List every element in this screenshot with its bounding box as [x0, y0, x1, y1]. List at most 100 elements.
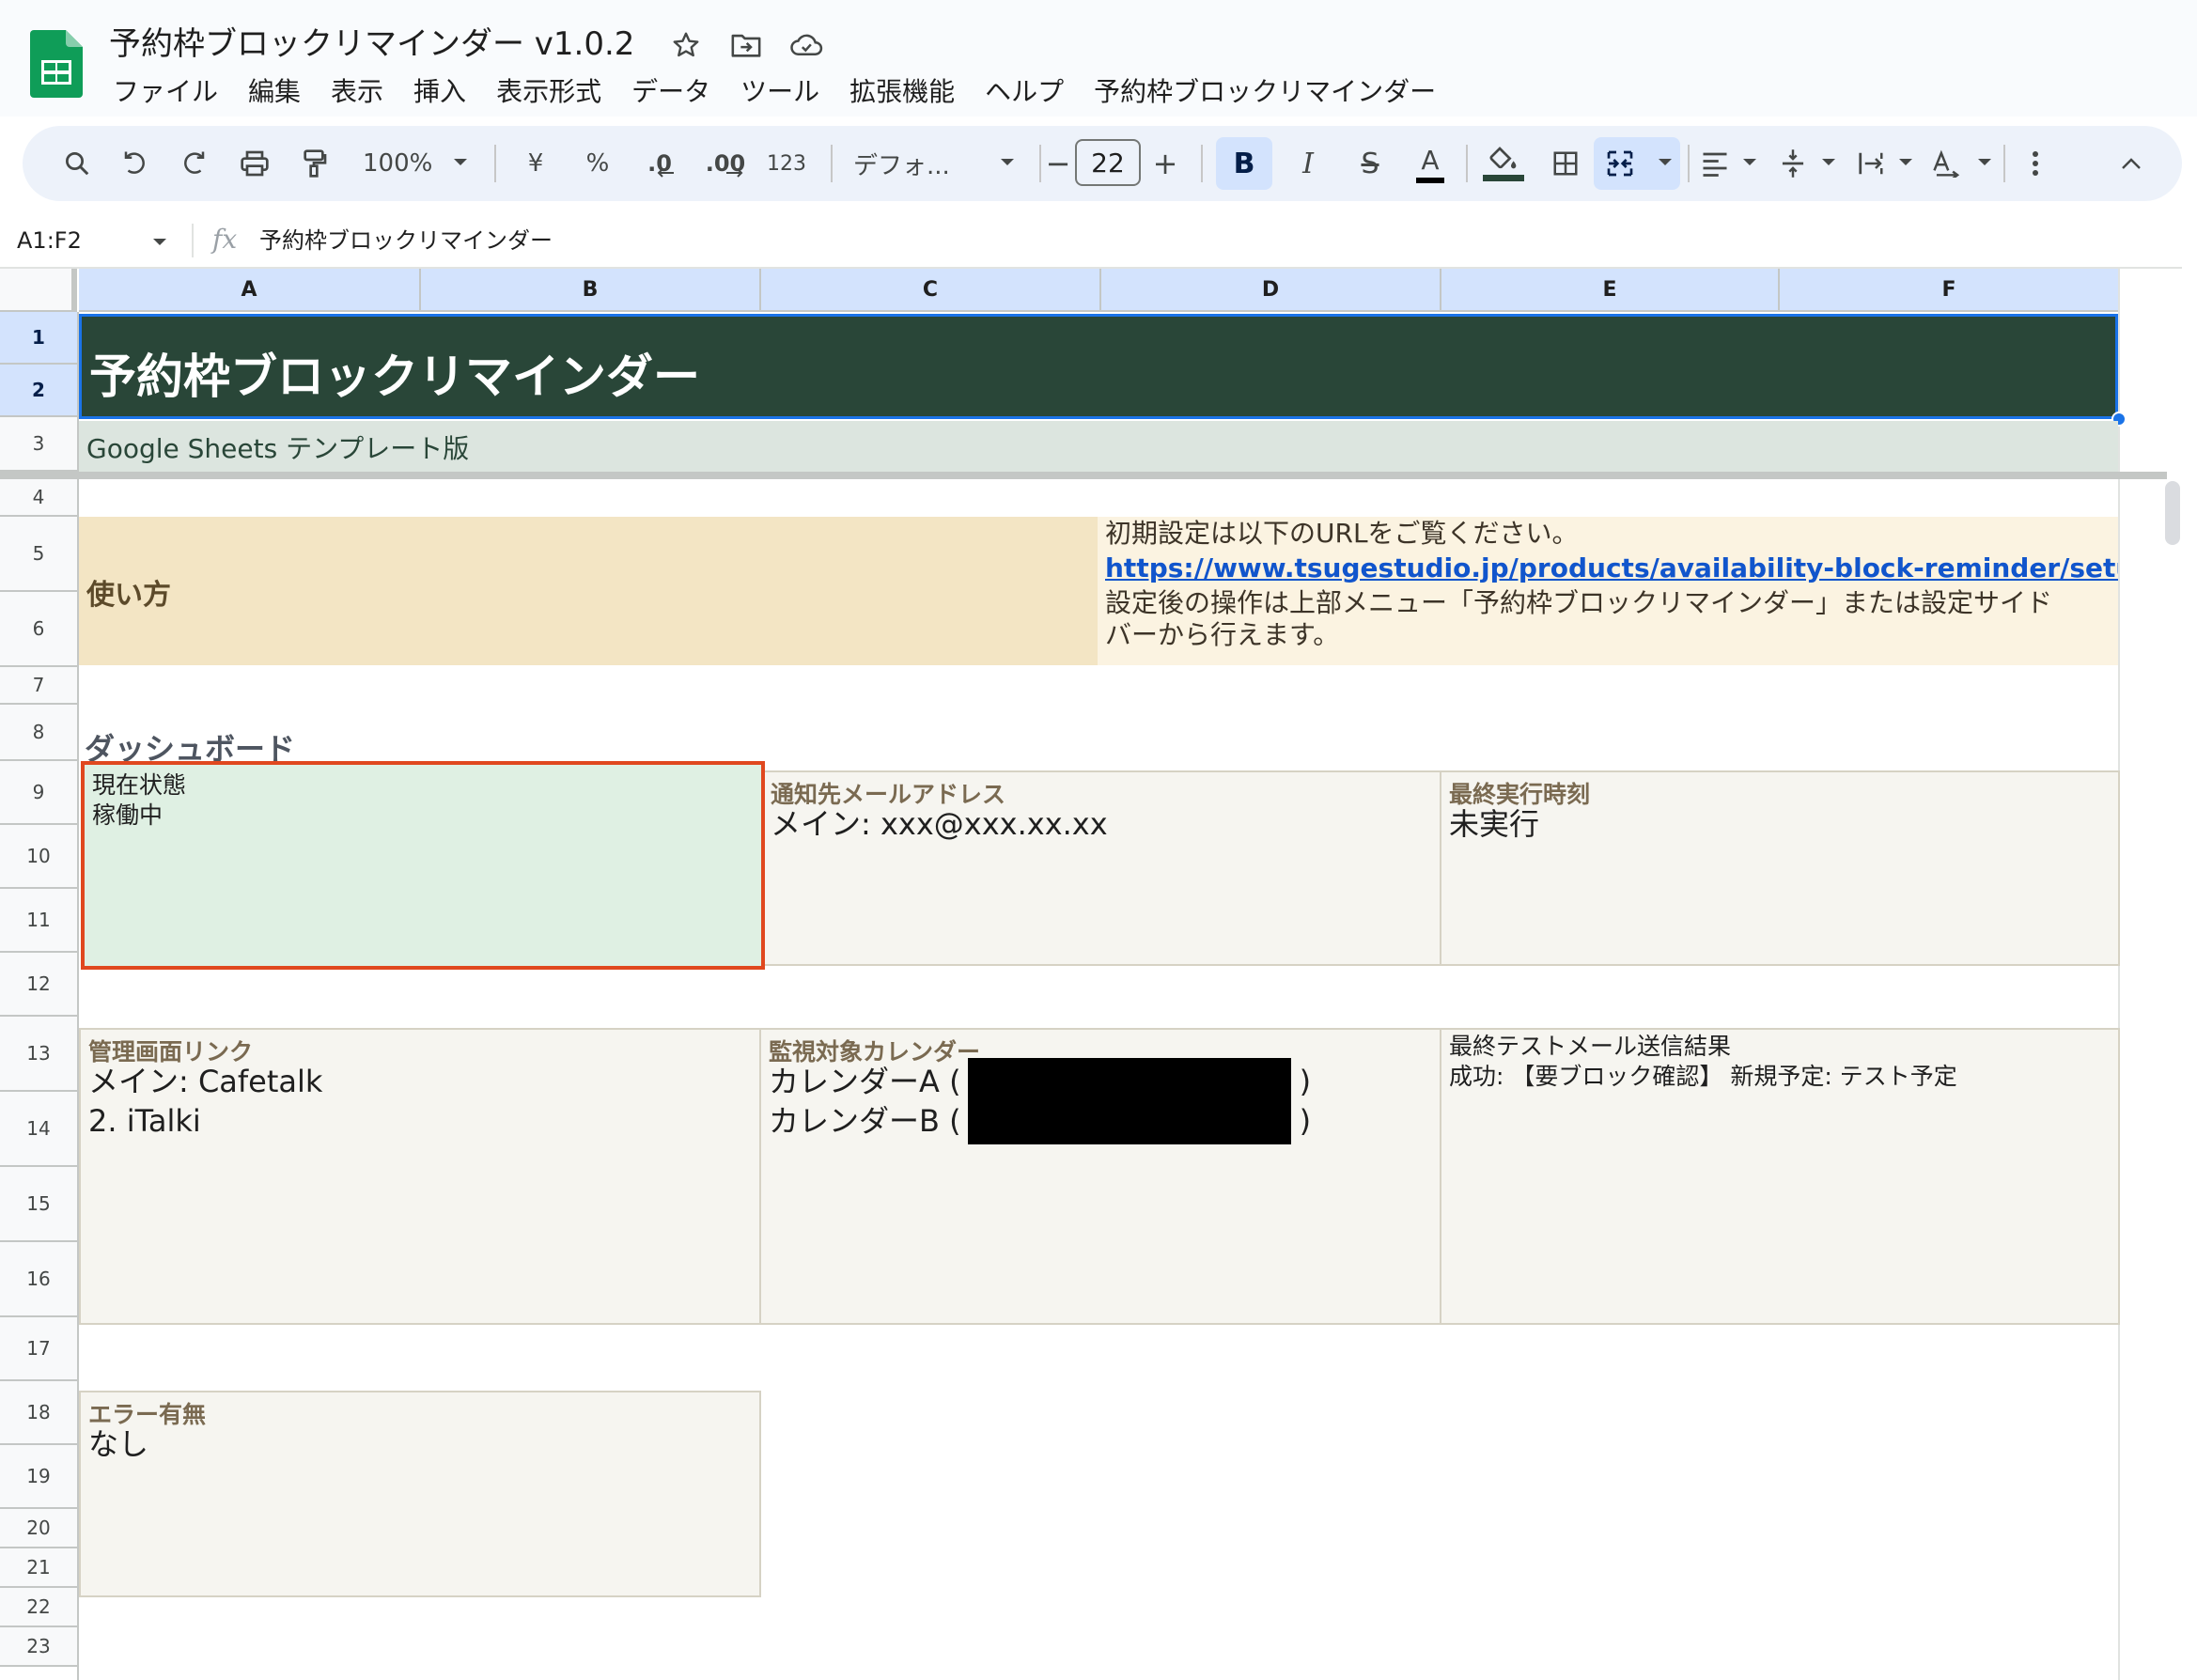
- column-header-d[interactable]: D: [1101, 269, 1441, 312]
- row-header-1[interactable]: 1: [0, 312, 77, 365]
- menu-view[interactable]: 表示: [316, 73, 398, 111]
- row-header-12[interactable]: 12: [0, 953, 77, 1017]
- document-title[interactable]: 予約枠ブロックリマインダー v1.0.2: [109, 21, 634, 68]
- row-header-9[interactable]: 9: [0, 761, 77, 825]
- sheets-logo-icon[interactable]: [30, 30, 83, 98]
- chevron-down-icon: [1821, 158, 1836, 167]
- undo-icon[interactable]: [111, 137, 160, 190]
- search-menus-icon[interactable]: [51, 137, 103, 190]
- borders-icon[interactable]: [1539, 137, 1592, 190]
- subtitle-cell[interactable]: Google Sheets テンプレート版: [79, 421, 2118, 472]
- increase-decimal-button[interactable]: .00: [697, 137, 754, 190]
- toolbar-divider: [1201, 145, 1203, 182]
- status-card[interactable]: 現在状態 稼働中: [81, 761, 765, 970]
- row-header-3[interactable]: 3: [0, 417, 77, 472]
- more-formats-button[interactable]: 123: [757, 137, 816, 190]
- row-header-20[interactable]: 20: [0, 1509, 77, 1548]
- zoom-select[interactable]: 100%: [351, 137, 474, 190]
- admin-link-card[interactable]: 管理画面リンク メイン: Cafetalk 2. iTalki: [79, 1028, 761, 1325]
- title-cell[interactable]: 予約枠ブロックリマインダー: [79, 314, 2118, 419]
- setup-link-text[interactable]: https://www.tsugestudio.jp/products/avai…: [1105, 552, 2118, 583]
- column-header-b[interactable]: B: [421, 269, 761, 312]
- frozen-rows-divider[interactable]: [0, 472, 2167, 479]
- menu-file[interactable]: ファイル: [98, 73, 233, 111]
- row-header-4[interactable]: 4: [0, 479, 77, 517]
- menu-tools[interactable]: ツール: [725, 73, 834, 111]
- column-header-c[interactable]: C: [761, 269, 1101, 312]
- merge-cells-icon: [1605, 148, 1635, 179]
- formula-input[interactable]: 予約枠ブロックリマインダー: [259, 222, 553, 259]
- increase-font-size-button[interactable]: +: [1146, 137, 1184, 190]
- star-icon[interactable]: [665, 24, 707, 66]
- chevron-down-icon[interactable]: [152, 233, 167, 251]
- row-header-10[interactable]: 10: [0, 825, 77, 889]
- test-mail-card[interactable]: 最終テストメール送信結果 成功: 【要ブロック確認】 新規予定: テスト予定: [1440, 1028, 2120, 1325]
- setup-link[interactable]: https://www.tsugestudio.jp/products/avai…: [1105, 552, 2118, 585]
- fill-color-button[interactable]: [1475, 137, 1532, 190]
- row-header-5[interactable]: 5: [0, 517, 77, 592]
- font-size-input[interactable]: 22: [1075, 139, 1141, 186]
- column-header-a[interactable]: A: [79, 269, 421, 312]
- column-header-e[interactable]: E: [1441, 269, 1780, 312]
- error-value: なし: [88, 1426, 149, 1462]
- menu-custom-addon[interactable]: 予約枠ブロックリマインダー: [1079, 73, 1451, 111]
- percent-format-button[interactable]: %: [577, 137, 618, 190]
- toolbar-divider: [1466, 145, 1468, 182]
- name-box[interactable]: A1:F2: [17, 222, 82, 259]
- row-header-23[interactable]: 23: [0, 1627, 77, 1667]
- row-header-19[interactable]: 19: [0, 1445, 77, 1509]
- row-header-6[interactable]: 6: [0, 592, 77, 667]
- menu-extensions[interactable]: 拡張機能: [834, 73, 970, 111]
- select-all-corner[interactable]: [0, 269, 77, 312]
- row-header-17[interactable]: 17: [0, 1317, 77, 1381]
- text-color-button[interactable]: A: [1404, 137, 1457, 190]
- menu-data[interactable]: データ: [616, 73, 725, 111]
- row-header-7[interactable]: 7: [0, 667, 77, 705]
- italic-button[interactable]: I: [1282, 137, 1334, 190]
- last-run-card[interactable]: 最終実行時刻 未実行: [1440, 770, 2120, 966]
- vertical-scrollbar[interactable]: [2159, 479, 2182, 1680]
- currency-format-button[interactable]: ¥: [515, 137, 556, 190]
- row-header-22[interactable]: 22: [0, 1588, 77, 1627]
- row-header-8[interactable]: 8: [0, 705, 77, 761]
- menu-insert[interactable]: 挿入: [398, 73, 481, 111]
- row-header-15[interactable]: 15: [0, 1167, 77, 1242]
- howto-cell[interactable]: 使い方: [79, 517, 1098, 665]
- menu-edit[interactable]: 編集: [233, 73, 316, 111]
- font-select[interactable]: デフォ...: [840, 137, 1028, 190]
- email-card[interactable]: 通知先メールアドレス メイン: xxx@xxx.xx.xx: [761, 770, 1441, 966]
- row-header-21[interactable]: 21: [0, 1548, 77, 1588]
- chevron-down-icon: [1898, 158, 1913, 167]
- scrollbar-thumb[interactable]: [2165, 481, 2180, 545]
- strikethrough-button[interactable]: S: [1344, 137, 1396, 190]
- howto-note-line: 設定後の操作は上部メニュー「予約枠ブロックリマインダー」または設定サイド: [1105, 587, 2053, 618]
- row-header-16[interactable]: 16: [0, 1242, 77, 1317]
- text-wrapping-button[interactable]: [1851, 137, 1917, 190]
- bold-button[interactable]: B: [1216, 137, 1272, 190]
- menu-format[interactable]: 表示形式: [481, 73, 616, 111]
- horizontal-align-button[interactable]: [1695, 137, 1761, 190]
- move-to-folder-icon[interactable]: [725, 24, 767, 66]
- last-run-value: 未実行: [1449, 806, 1540, 842]
- decrease-font-size-button[interactable]: −: [1045, 137, 1071, 190]
- more-options-icon[interactable]: [2013, 137, 2058, 190]
- row-header-18[interactable]: 18: [0, 1381, 77, 1445]
- menu-help[interactable]: ヘルプ: [970, 73, 1079, 111]
- merge-cells-button[interactable]: [1594, 137, 1680, 190]
- howto-note-cell[interactable]: 初期設定は以下のURLをご覧ください。 https://www.tsugestu…: [1098, 517, 2118, 665]
- text-rotation-button[interactable]: [1926, 137, 1996, 190]
- row-header-13[interactable]: 13: [0, 1017, 77, 1092]
- cloud-status-icon[interactable]: [786, 24, 827, 66]
- vertical-align-button[interactable]: [1774, 137, 1840, 190]
- print-icon[interactable]: [229, 137, 280, 190]
- row-header-14[interactable]: 14: [0, 1092, 77, 1167]
- howto-note-line: 初期設定は以下のURLをご覧ください。: [1105, 518, 1579, 549]
- row-header-2[interactable]: 2: [0, 365, 77, 417]
- redo-icon[interactable]: [169, 137, 218, 190]
- error-card[interactable]: エラー有無 なし: [79, 1391, 761, 1597]
- collapse-menus-icon[interactable]: [2109, 137, 2154, 190]
- row-header-11[interactable]: 11: [0, 889, 77, 953]
- paint-format-icon[interactable]: [289, 137, 338, 190]
- column-header-f[interactable]: F: [1780, 269, 2120, 312]
- decrease-decimal-button[interactable]: .0: [633, 137, 686, 190]
